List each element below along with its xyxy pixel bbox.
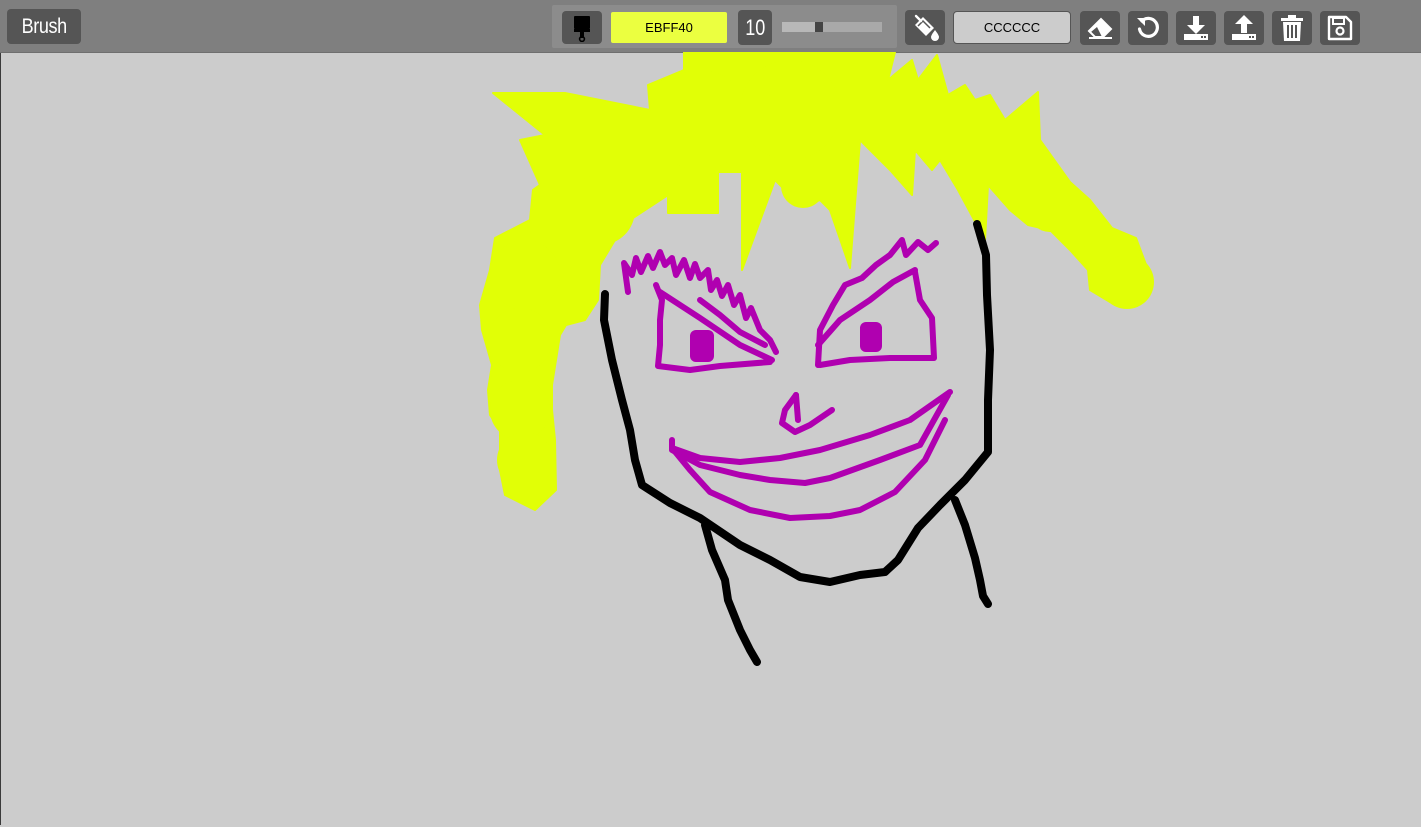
mode-label: Brush [21, 14, 67, 38]
hair-strokes [479, 52, 1154, 511]
trash-icon [1281, 15, 1303, 41]
mode-button[interactable]: Brush [7, 9, 81, 44]
brush-size-slider-thumb[interactable] [815, 22, 823, 32]
upload-button[interactable] [1224, 11, 1264, 45]
brush-color-input[interactable] [611, 12, 727, 43]
undo-icon [1137, 16, 1159, 38]
paint-brush-icon [574, 15, 590, 42]
clear-canvas-button[interactable] [1272, 11, 1312, 45]
background-color-input[interactable] [953, 11, 1071, 44]
face-strokes [621, 237, 953, 521]
fill-bucket-icon [914, 14, 939, 41]
download-button[interactable] [1176, 11, 1216, 45]
drawing-canvas[interactable] [2, 52, 1421, 827]
download-icon [1184, 16, 1208, 40]
brush-size-slider-fill [782, 22, 815, 32]
brush-size-slider[interactable] [782, 22, 882, 32]
save-icon [1327, 15, 1353, 41]
upload-icon [1232, 15, 1256, 40]
eraser-icon [1087, 17, 1113, 39]
brush-size-display: 10 [738, 10, 772, 45]
brush-tool-button[interactable] [562, 11, 602, 44]
eraser-tool-button[interactable] [1080, 11, 1120, 45]
save-button[interactable] [1320, 11, 1360, 45]
undo-button[interactable] [1128, 11, 1168, 45]
fill-tool-button[interactable] [905, 10, 945, 45]
